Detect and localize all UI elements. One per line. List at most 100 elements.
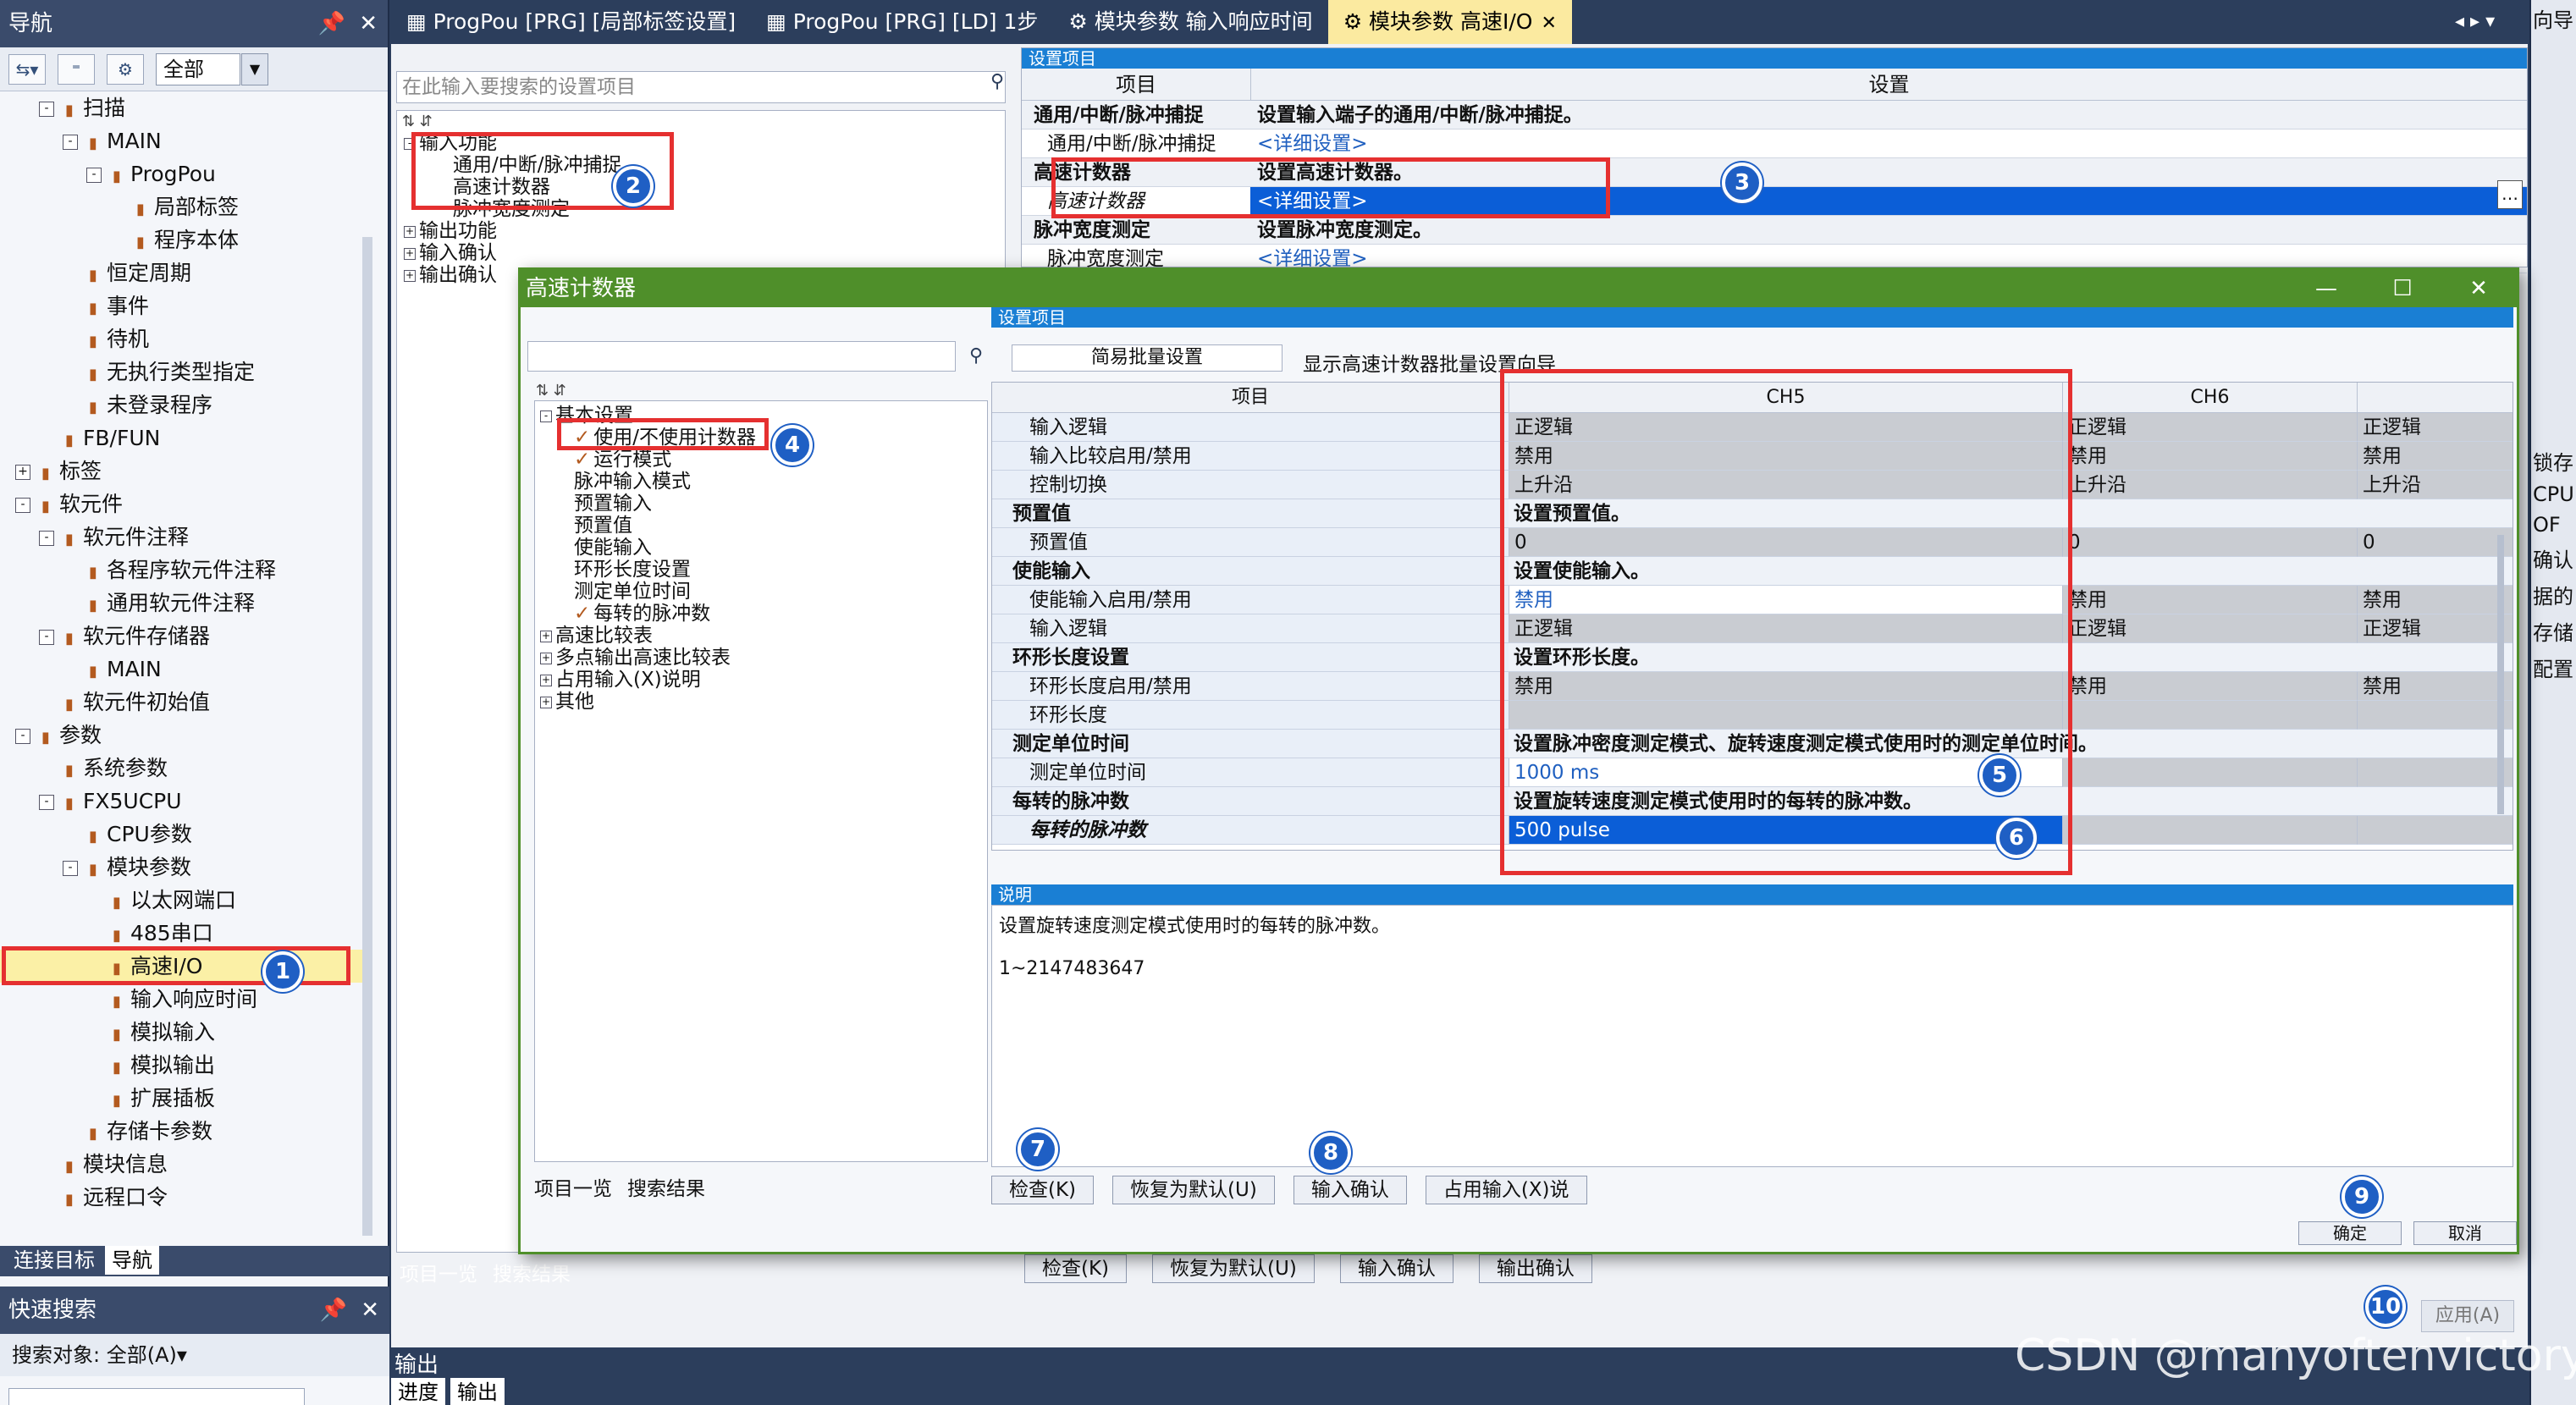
ch7-value[interactable]: 正逻辑 xyxy=(2357,614,2513,643)
tab-search-results[interactable]: 搜索结果 xyxy=(493,1258,571,1287)
nav-tree-item[interactable]: ▮ 存储卡参数 xyxy=(0,1115,372,1148)
tab-navigation[interactable]: 导航 xyxy=(105,1246,159,1275)
nav-tree-item[interactable]: ▮ 模块信息 xyxy=(0,1148,372,1181)
tree-toolbar-icons[interactable]: ⇅ ⇵ xyxy=(397,111,1005,132)
nav-tree-item[interactable]: ▮ 软元件初始值 xyxy=(0,686,372,719)
restore-default-button[interactable]: 恢复为默认(U) xyxy=(1152,1254,1315,1283)
tab-scroll-arrows[interactable]: ◂ ▸ ▾ xyxy=(2455,0,2531,44)
nav-tree-item[interactable]: ▮ 通用软元件注释 xyxy=(0,587,372,620)
expand-icon[interactable]: + xyxy=(404,269,416,282)
ch6-value[interactable]: 禁用 xyxy=(2062,586,2357,614)
quick-search-input[interactable] xyxy=(8,1388,305,1405)
nav-tree-item[interactable]: ▮ MAIN xyxy=(0,653,372,686)
dialog-tree-item[interactable]: 使能输入 xyxy=(540,537,982,559)
check-button[interactable]: 检查(K) xyxy=(1024,1254,1128,1283)
ch6-value[interactable] xyxy=(2062,701,2357,730)
expand-icon[interactable]: + xyxy=(540,696,552,708)
nav-scrollbar[interactable] xyxy=(362,237,372,1236)
nav-tree-item[interactable]: ▮ FB/FUN xyxy=(0,422,372,455)
output-confirm-button[interactable]: 输出确认 xyxy=(1478,1254,1592,1283)
ch6-value[interactable]: 正逻辑 xyxy=(2062,413,2357,442)
settings-tree-item[interactable]: + 输出功能 xyxy=(404,220,1005,242)
expand-icon[interactable]: - xyxy=(540,410,552,422)
tab-progress[interactable]: 进度 xyxy=(391,1378,445,1405)
settings-row[interactable]: 脉冲宽度测定 设置脉冲宽度测定。 xyxy=(1022,216,2527,245)
ch7-value[interactable]: 正逻辑 xyxy=(2357,413,2513,442)
collapse-icon[interactable]: - xyxy=(86,168,102,183)
nav-tree-item[interactable]: - ▮ FX5UCPU xyxy=(0,785,372,818)
dialog-tree-item[interactable]: 预置值 xyxy=(540,515,982,537)
expand-icon[interactable]: + xyxy=(15,465,30,480)
nav-tree-item[interactable]: ▮ 系统参数 xyxy=(0,752,372,785)
ch7-value[interactable] xyxy=(2357,758,2513,787)
dialog-tree-item[interactable]: 脉冲输入模式 xyxy=(540,471,982,493)
pin-icon[interactable]: 📌 xyxy=(318,0,345,47)
nav-tree-item[interactable]: ▮ 程序本体 xyxy=(0,223,372,256)
collapse-icon[interactable]: ⁼ xyxy=(58,53,95,85)
nav-tree-item[interactable]: ▮ 事件 xyxy=(0,289,372,322)
tab-ladder[interactable]: ▦ ProgPou [PRG] [LD] 1步 xyxy=(751,0,1053,44)
tab-connection-target[interactable]: 连接目标 xyxy=(7,1246,102,1275)
collapse-icon[interactable]: - xyxy=(39,531,54,546)
batch-setting-button[interactable]: 简易批量设置 xyxy=(1012,344,1282,372)
dialog-search-input[interactable] xyxy=(527,341,956,372)
nav-tree-item[interactable]: ▮ 输入响应时间 xyxy=(0,983,372,1016)
ch7-value[interactable]: 禁用 xyxy=(2357,672,2513,701)
maximize-icon[interactable]: ☐ xyxy=(2364,270,2441,307)
nav-tree-item[interactable]: - ▮ 软元件注释 xyxy=(0,521,372,554)
nav-tree-item[interactable]: - ▮ 参数 xyxy=(0,719,372,752)
ch6-value[interactable]: 禁用 xyxy=(2062,672,2357,701)
nav-tree-item[interactable]: ▮ 无执行类型指定 xyxy=(0,355,372,388)
nav-tree-item[interactable]: - ▮ MAIN xyxy=(0,124,372,157)
ch6-value[interactable]: 禁用 xyxy=(2062,442,2357,471)
detail-setting-link[interactable]: <详细设置> xyxy=(1250,129,2527,157)
tab-input-response[interactable]: ⚙ 模块参数 输入响应时间 xyxy=(1053,0,1327,44)
ch6-value[interactable]: 0 xyxy=(2062,528,2357,557)
nav-tree-item[interactable]: - ▮ 软元件 xyxy=(0,488,372,521)
ellipsis-button[interactable]: … xyxy=(2497,180,2523,209)
collapse-icon[interactable]: - xyxy=(63,861,78,876)
dialog-tree-item[interactable]: 预置输入 xyxy=(540,493,982,515)
ch7-value[interactable]: 禁用 xyxy=(2357,442,2513,471)
nav-tree-item[interactable]: - ▮ 模块参数 xyxy=(0,851,372,884)
collapse-icon[interactable]: - xyxy=(39,795,54,810)
nav-tree-item[interactable]: ▮ 扩展插板 xyxy=(0,1082,372,1115)
chevron-down-icon[interactable]: ▼ xyxy=(241,52,268,85)
search-target-select[interactable]: 搜索对象: 全部(A)▾ xyxy=(0,1334,389,1376)
ch6-value[interactable]: 上升沿 xyxy=(2062,471,2357,499)
collapse-icon[interactable]: - xyxy=(63,135,78,150)
tab-high-speed-io[interactable]: ⚙ 模块参数 高速I/O ✕ xyxy=(1327,0,1572,44)
collapse-icon[interactable]: - xyxy=(15,729,30,744)
nav-tree-item[interactable]: ▮ 局部标签 xyxy=(0,190,372,223)
nav-tree-item[interactable]: - ▮ 扫描 xyxy=(0,91,372,124)
nav-tree-item[interactable]: ▮ 模拟输出 xyxy=(0,1049,372,1082)
ch7-value[interactable] xyxy=(2357,701,2513,730)
expand-icon[interactable]: + xyxy=(540,652,552,664)
ok-button[interactable]: 确定 xyxy=(2298,1221,2402,1245)
nav-tree-item[interactable]: ▮ 恒定周期 xyxy=(0,256,372,289)
close-icon[interactable]: ✕ xyxy=(1541,13,1556,34)
dialog-tree-item[interactable]: + 占用输入(X)说明 xyxy=(540,669,982,691)
expand-icon[interactable]: + xyxy=(540,674,552,686)
expand-icon[interactable]: + xyxy=(404,225,416,238)
filter-select[interactable]: 全部 ▼ xyxy=(156,52,268,85)
dialog-tree-item[interactable]: 环形长度设置 xyxy=(540,559,982,581)
settings-search-input[interactable]: 在此输入要搜索的设置项目 xyxy=(396,71,1006,103)
nav-tree-item[interactable]: ▮ CPU参数 xyxy=(0,818,372,851)
ch7-value[interactable]: 上升沿 xyxy=(2357,471,2513,499)
tab-item-list[interactable]: 项目一览 xyxy=(400,1258,477,1287)
binoculars-icon[interactable]: ⚲ xyxy=(990,71,1004,92)
nav-tree-item[interactable]: ▮ 远程口令 xyxy=(0,1181,372,1214)
settings-row[interactable]: 通用/中断/脉冲捕捉 <详细设置> xyxy=(1022,129,2527,158)
nav-tree-item[interactable]: + ▮ 标签 xyxy=(0,455,372,488)
nav-tree-item[interactable]: ▮ 以太网端口 xyxy=(0,884,372,917)
check-button[interactable]: 检查(K) xyxy=(991,1176,1095,1204)
tab-output[interactable]: 输出 xyxy=(450,1378,505,1405)
tree-toolbar-icons[interactable]: ⇅ ⇵ xyxy=(536,382,566,399)
view-mode-icon[interactable]: ⇆▾ xyxy=(8,53,46,85)
cancel-button[interactable]: 取消 xyxy=(2413,1221,2517,1245)
close-icon[interactable]: ✕ xyxy=(361,1287,379,1334)
grid-scrollbar[interactable] xyxy=(2497,535,2504,814)
input-confirm-button[interactable]: 输入确认 xyxy=(1293,1176,1407,1204)
settings-row[interactable]: 通用/中断/脉冲捕捉 设置输入端子的通用/中断/脉冲捕捉。 xyxy=(1022,101,2527,129)
